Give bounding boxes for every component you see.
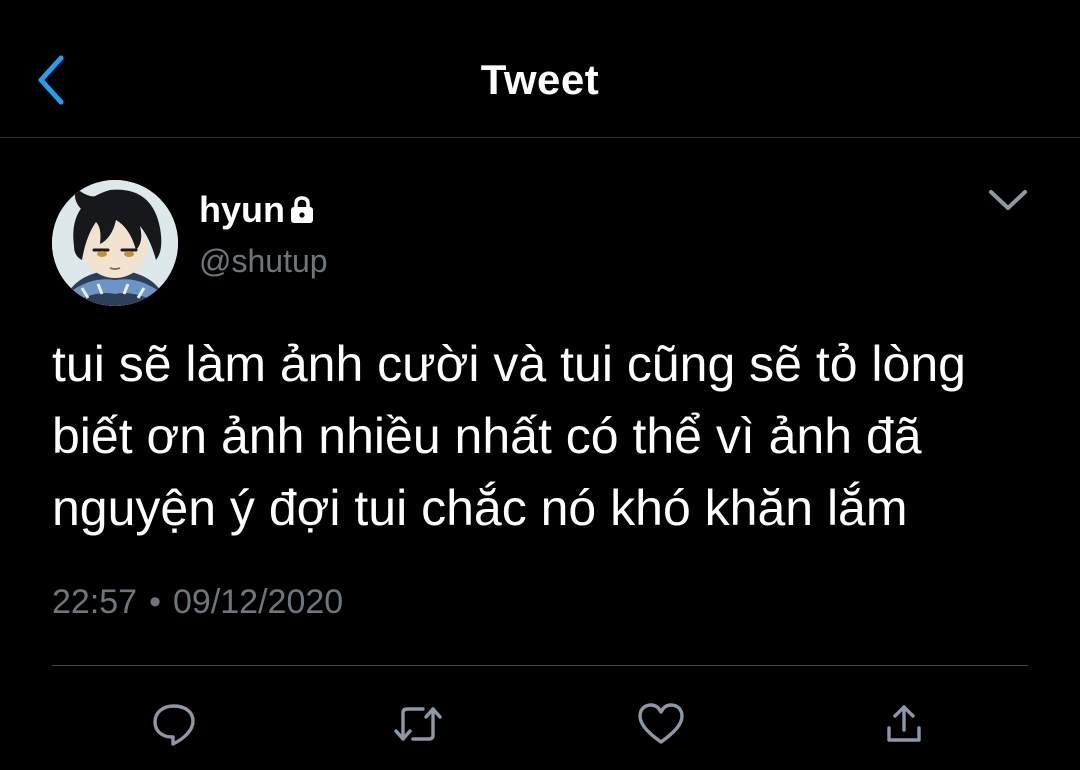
reply-icon: [151, 701, 197, 752]
divider: [52, 665, 1028, 666]
heart-icon: [637, 702, 685, 751]
tweet-time: 22:57: [52, 583, 138, 621]
more-options-button[interactable]: [984, 180, 1032, 224]
top-bar: Tweet: [0, 0, 1080, 138]
share-button[interactable]: [876, 698, 932, 754]
retweet-button[interactable]: [390, 698, 446, 754]
tweet-date: 09/12/2020: [173, 583, 344, 621]
share-icon: [884, 702, 924, 751]
reply-button[interactable]: [146, 698, 202, 754]
retweet-icon: [393, 701, 443, 752]
avatar[interactable]: [52, 180, 178, 306]
author-name-row[interactable]: hyun: [199, 186, 319, 234]
display-name[interactable]: hyun: [199, 186, 285, 234]
like-button[interactable]: [633, 698, 689, 754]
chevron-down-icon: [987, 187, 1029, 218]
tweet-timestamp[interactable]: 22:57 • 09/12/2020: [52, 580, 343, 624]
page-title: Tweet: [480, 56, 600, 103]
timestamp-separator: •: [149, 583, 161, 621]
lock-icon: [289, 193, 319, 227]
action-bar: [0, 690, 1080, 760]
tweet-text: tui sẽ làm ảnh cười và tui cũng sẽ tỏ lò…: [52, 336, 966, 536]
user-handle[interactable]: @shutup: [199, 240, 328, 282]
